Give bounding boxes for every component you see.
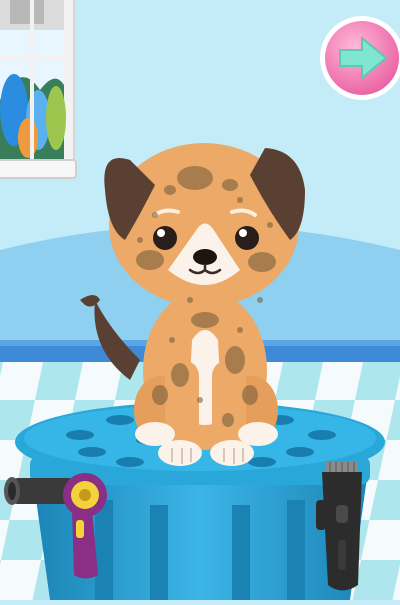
dog-nose bbox=[193, 249, 217, 265]
dog-eye-left bbox=[153, 226, 177, 250]
window bbox=[0, 0, 77, 179]
dog-paw-left bbox=[158, 440, 202, 466]
scene-canvas bbox=[0, 0, 400, 600]
dog-paw-right bbox=[210, 440, 254, 466]
dog-eye-right bbox=[235, 226, 259, 250]
pet-grooming-scene bbox=[0, 0, 400, 600]
